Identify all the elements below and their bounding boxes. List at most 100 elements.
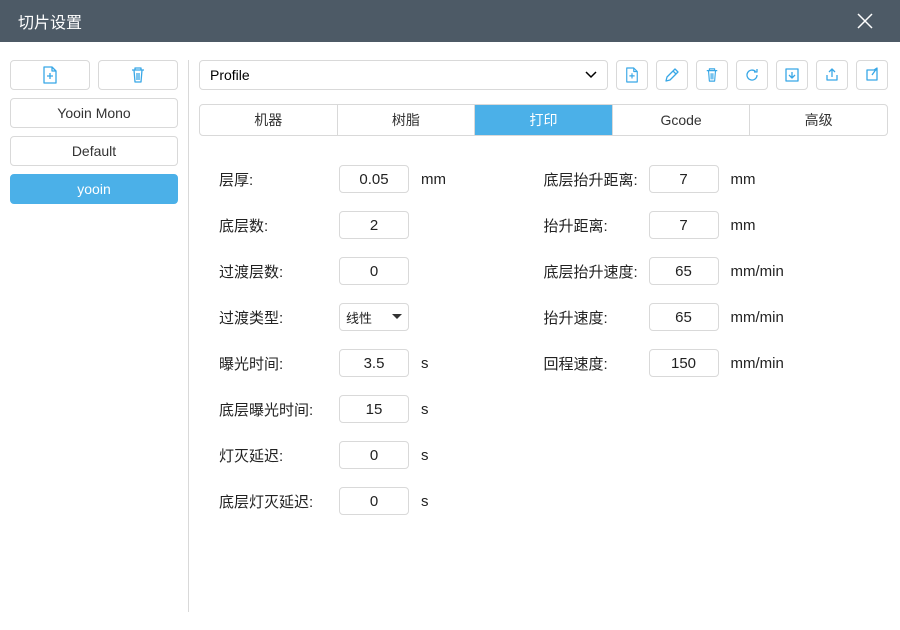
field-input[interactable] — [339, 349, 409, 377]
field-input[interactable] — [339, 441, 409, 469]
field-label: 过渡类型: — [219, 307, 339, 328]
field-input[interactable] — [649, 165, 719, 193]
field-unit: mm — [731, 171, 756, 188]
field-unit: s — [421, 355, 429, 372]
form-row: 底层数: — [219, 212, 544, 238]
form-row: 回程速度: mm/min — [544, 350, 869, 376]
refresh-button[interactable] — [736, 60, 768, 90]
form-row: 底层抬升距离: mm — [544, 166, 869, 192]
tab-label: 高级 — [805, 110, 833, 130]
field-unit: s — [421, 493, 429, 510]
chevron-down-icon — [392, 314, 402, 320]
profile-toolbar: Profile — [199, 60, 888, 90]
form-row: 底层抬升速度: mm/min — [544, 258, 869, 284]
profile-dropdown-label: Profile — [210, 67, 250, 83]
form-row: 过渡层数: — [219, 258, 544, 284]
field-unit: s — [421, 401, 429, 418]
field-label: 过渡层数: — [219, 261, 339, 282]
tab-bar: 机器 树脂 打印 Gcode 高级 — [199, 104, 888, 136]
import-icon — [784, 67, 800, 83]
refresh-icon — [744, 67, 760, 83]
add-profile-button[interactable] — [10, 60, 90, 90]
form-row: 抬升距离: mm — [544, 212, 869, 238]
profile-item-1[interactable]: Default — [10, 136, 178, 166]
profile-label: yooin — [77, 181, 110, 197]
titlebar: 切片设置 — [0, 0, 900, 42]
delete-button[interactable] — [696, 60, 728, 90]
import-button[interactable] — [776, 60, 808, 90]
tab-gcode[interactable]: Gcode — [613, 105, 751, 135]
field-unit: mm/min — [731, 309, 784, 326]
pencil-icon — [664, 67, 680, 83]
close-icon[interactable] — [848, 8, 882, 34]
field-label: 层厚: — [219, 169, 339, 190]
delete-profile-button[interactable] — [98, 60, 178, 90]
field-label: 底层曝光时间: — [219, 399, 339, 420]
tab-label: Gcode — [660, 112, 701, 128]
trash-icon — [705, 67, 719, 83]
sidebar-toolbar — [10, 60, 178, 90]
field-input[interactable] — [649, 303, 719, 331]
field-input[interactable] — [339, 487, 409, 515]
vertical-divider — [188, 60, 189, 612]
field-input[interactable] — [339, 395, 409, 423]
field-label: 灯灭延迟: — [219, 445, 339, 466]
form-row: 层厚: mm — [219, 166, 544, 192]
field-unit: mm — [421, 171, 446, 188]
field-label: 曝光时间: — [219, 353, 339, 374]
share-icon — [864, 67, 880, 83]
form-row: 过渡类型: 线性 — [219, 304, 544, 330]
new-button[interactable] — [616, 60, 648, 90]
field-label: 底层灯灭延迟: — [219, 491, 339, 512]
tab-machine[interactable]: 机器 — [200, 105, 338, 135]
profile-item-2[interactable]: yooin — [10, 174, 178, 204]
form-row: 灯灭延迟: s — [219, 442, 544, 468]
field-label: 底层数: — [219, 215, 339, 236]
form-left-column: 层厚:mm底层数:过渡层数:过渡类型:线性曝光时间:s底层曝光时间:s灯灭延迟:… — [219, 166, 544, 514]
form-row: 底层灯灭延迟: s — [219, 488, 544, 514]
body: Yooin Mono Default yooin Profile — [0, 42, 900, 630]
form-row: 底层曝光时间: s — [219, 396, 544, 422]
field-unit: mm — [731, 217, 756, 234]
main-panel: Profile — [199, 60, 888, 612]
tab-resin[interactable]: 树脂 — [338, 105, 476, 135]
tab-advanced[interactable]: 高级 — [750, 105, 887, 135]
export-icon — [824, 67, 840, 83]
select-value: 线性 — [346, 308, 372, 327]
field-label: 抬升速度: — [544, 307, 649, 328]
field-unit: mm/min — [731, 355, 784, 372]
share-button[interactable] — [856, 60, 888, 90]
field-select[interactable]: 线性 — [339, 303, 409, 331]
field-label: 底层抬升速度: — [544, 261, 649, 282]
form-right-column: 底层抬升距离: mm 抬升距离: mm 底层抬升速度: mm/min 抬升速度: mm/min… — [544, 166, 869, 514]
window-title: 切片设置 — [18, 9, 82, 33]
trash-icon — [130, 66, 146, 84]
profile-label: Yooin Mono — [57, 105, 130, 121]
form-area: 层厚:mm底层数:过渡层数:过渡类型:线性曝光时间:s底层曝光时间:s灯灭延迟:… — [199, 166, 888, 514]
tab-print[interactable]: 打印 — [475, 105, 613, 135]
add-file-icon — [42, 66, 58, 84]
export-button[interactable] — [816, 60, 848, 90]
field-label: 回程速度: — [544, 353, 649, 374]
field-input[interactable] — [339, 211, 409, 239]
edit-button[interactable] — [656, 60, 688, 90]
profile-item-0[interactable]: Yooin Mono — [10, 98, 178, 128]
field-input[interactable] — [649, 257, 719, 285]
field-label: 底层抬升距离: — [544, 169, 649, 190]
field-input[interactable] — [339, 257, 409, 285]
tab-label: 打印 — [529, 110, 557, 130]
field-unit: s — [421, 447, 429, 464]
add-file-icon — [625, 67, 639, 83]
chevron-down-icon — [585, 71, 597, 79]
field-input[interactable] — [649, 211, 719, 239]
field-unit: mm/min — [731, 263, 784, 280]
sidebar: Yooin Mono Default yooin — [10, 60, 178, 612]
field-input[interactable] — [649, 349, 719, 377]
field-label: 抬升距离: — [544, 215, 649, 236]
field-input[interactable] — [339, 165, 409, 193]
profile-dropdown[interactable]: Profile — [199, 60, 608, 90]
profile-label: Default — [72, 143, 116, 159]
tab-label: 树脂 — [392, 110, 420, 130]
form-row: 抬升速度: mm/min — [544, 304, 869, 330]
form-row: 曝光时间: s — [219, 350, 544, 376]
